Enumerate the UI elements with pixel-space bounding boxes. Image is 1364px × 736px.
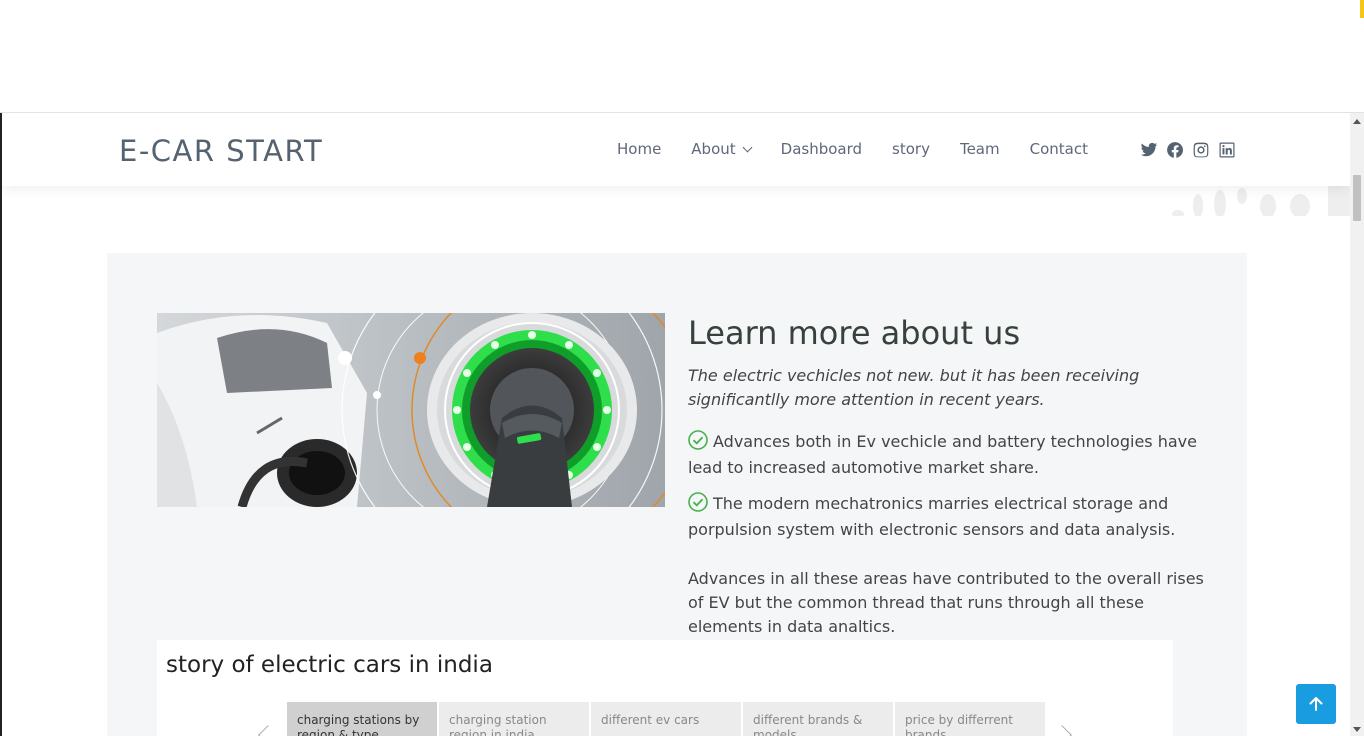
- page-viewport: E-CAR START Home About Dashboard story T…: [0, 113, 1350, 736]
- story-prev-arrow[interactable]: [258, 725, 278, 736]
- about-point-text: Advances both in Ev vechicle and battery…: [688, 432, 1197, 477]
- linkedin-icon[interactable]: [1218, 141, 1236, 159]
- story-tab[interactable]: price by differrent brands: [895, 702, 1045, 736]
- site-logo[interactable]: E-CAR START: [119, 134, 323, 168]
- story-tab[interactable]: different brands & models: [743, 702, 893, 736]
- check-circle-icon: [688, 430, 708, 450]
- about-paragraph: Advances in all these areas have contrib…: [688, 569, 1204, 636]
- nav-home[interactable]: Home: [602, 140, 676, 158]
- about-point-text: The modern mechatronics marries electric…: [688, 494, 1176, 539]
- story-embed: story of electric cars in india charging…: [157, 640, 1173, 736]
- nav-about-label: About: [691, 140, 736, 158]
- scroll-down-arrow[interactable]: [1353, 727, 1361, 732]
- about-point: Advances both in Ev vechicle and battery…: [688, 429, 1208, 481]
- back-to-top-button[interactable]: [1296, 684, 1336, 724]
- story-tab[interactable]: charging stations by region & type: [287, 702, 437, 736]
- decorative-shapes: [1172, 186, 1350, 216]
- twitter-icon[interactable]: [1140, 141, 1158, 159]
- main-nav: Home About Dashboard story Team Contact: [602, 140, 1103, 158]
- story-next-arrow[interactable]: [1052, 725, 1072, 736]
- arrow-up-icon: [1309, 697, 1323, 711]
- facebook-icon[interactable]: [1166, 141, 1184, 159]
- nav-story[interactable]: story: [877, 140, 945, 158]
- header-navbar: E-CAR START Home About Dashboard story T…: [2, 113, 1350, 186]
- story-tab[interactable]: different ev cars: [591, 702, 741, 736]
- vertical-scrollbar[interactable]: [1350, 113, 1364, 736]
- nav-team[interactable]: Team: [945, 140, 1015, 158]
- about-title: Learn more about us: [688, 314, 1021, 352]
- browser-top-blank-area: [0, 0, 1364, 113]
- chevron-down-icon: [742, 142, 753, 152]
- scroll-thumb[interactable]: [1353, 175, 1361, 221]
- social-links: [1140, 141, 1236, 159]
- corner-marker: [1360, 0, 1364, 18]
- about-point: The modern mechatronics marries electric…: [688, 491, 1208, 543]
- nav-dashboard[interactable]: Dashboard: [766, 140, 877, 158]
- about-content: Learn more about us The electric vechicl…: [688, 313, 1208, 639]
- about-lead: The electric vechicles not new. but it h…: [688, 366, 1140, 409]
- check-circle-icon: [688, 492, 708, 512]
- story-title: story of electric cars in india: [166, 652, 493, 678]
- story-tab[interactable]: charging station region in india: [439, 702, 589, 736]
- instagram-icon[interactable]: [1192, 141, 1210, 159]
- ev-charger-image: [157, 313, 665, 507]
- story-tabs: charging stations by region & type charg…: [287, 702, 1045, 736]
- nav-about[interactable]: About: [676, 140, 765, 158]
- scroll-up-arrow[interactable]: [1353, 119, 1361, 124]
- nav-contact[interactable]: Contact: [1015, 140, 1103, 158]
